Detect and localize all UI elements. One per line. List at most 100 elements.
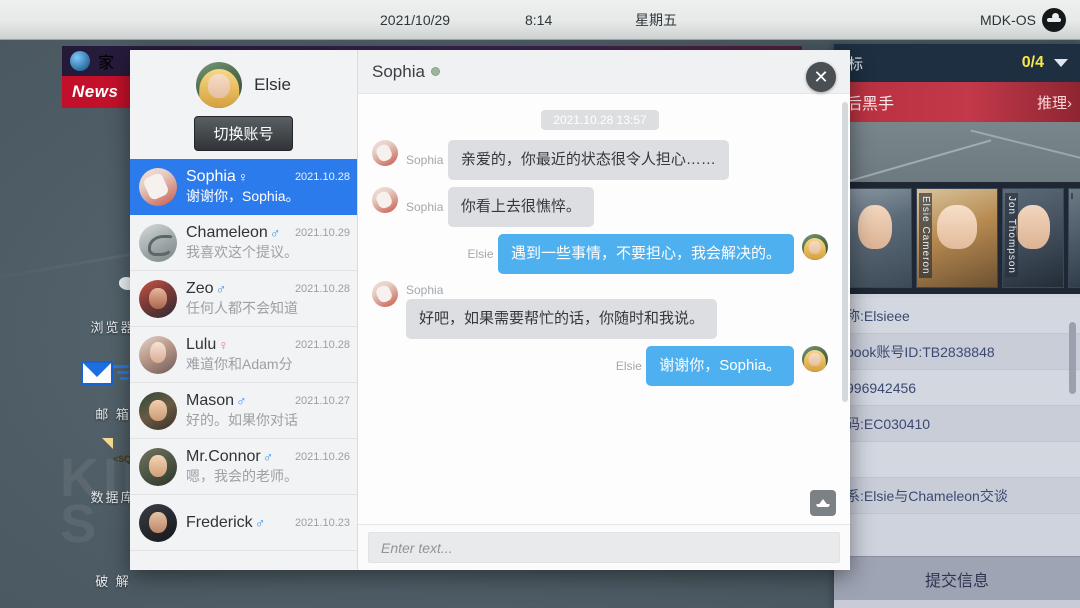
avatar xyxy=(139,447,177,486)
right-panel-header-right: 0/4 xyxy=(1022,54,1068,72)
contact-date: 2021.10.26 xyxy=(294,450,350,463)
message-sender: Elsie xyxy=(615,359,642,373)
contact-preview: 嗯，我会的老师。 xyxy=(186,467,298,484)
message-sender: Sophia xyxy=(406,283,444,297)
chevron-down-icon[interactable] xyxy=(1054,59,1068,67)
contact-item-zeo[interactable]: Zeo ♂ 2021.10.28 任何人都不会知道 xyxy=(130,271,357,327)
globe-icon xyxy=(91,268,135,312)
contact-preview: 难道你和Adam分 xyxy=(186,355,293,372)
gender-male-icon: ♂ xyxy=(269,224,281,241)
news-globe-icon xyxy=(70,51,90,71)
message-bubble: 好吧，如果需要帮忙的话，你随时和我说。 xyxy=(406,299,718,339)
clue-info-item[interactable]: 码:EC030410 xyxy=(834,406,1080,442)
message-row: Sophia 亲爱的，你最近的状态很令人担心…… xyxy=(372,140,828,180)
character-card-name: Jon Thompson xyxy=(1005,193,1018,277)
contact-date: 2021.10.27 xyxy=(294,394,350,407)
online-status-dot xyxy=(430,67,440,76)
contact-item-frederick[interactable]: Frederick ♂ 2021.10.23 xyxy=(130,495,357,551)
character-card[interactable]: Jon Thompson xyxy=(1002,188,1064,288)
character-card[interactable] xyxy=(1068,188,1080,288)
clue-info-item[interactable]: 996942456 xyxy=(834,370,1080,406)
desktop-icon-browser-label: 浏览器 xyxy=(90,320,136,335)
conversation-scrollbar[interactable] xyxy=(842,102,848,402)
gender-female-icon: ♀ xyxy=(218,336,229,353)
objective-counter: 0/4 xyxy=(1021,54,1044,71)
submit-info-button[interactable]: 提交信息 xyxy=(834,556,1080,600)
message-bubble: 你看上去很憔悴。 xyxy=(447,187,594,227)
avatar xyxy=(139,279,177,318)
conversation-header: Sophia xyxy=(358,50,850,94)
clue-info-item[interactable]: 称:Elsieee xyxy=(834,298,1080,334)
avatar xyxy=(139,503,177,542)
task-deduction-link[interactable]: 推理› xyxy=(1037,92,1072,113)
gender-male-icon: ♂ xyxy=(215,280,227,297)
contact-preview: 任何人都不会知道 xyxy=(186,299,298,316)
current-user-block: Elsie 切换账号 xyxy=(130,50,357,159)
right-panel-title: 标 xyxy=(848,55,864,73)
contact-date: 2021.10.23 xyxy=(294,516,350,529)
gender-male-icon: ♂ xyxy=(262,448,274,465)
right-panel-header[interactable]: 标 0/4 xyxy=(834,44,1080,82)
message-row: Elsie 谢谢你，Sophia。 xyxy=(372,346,828,386)
contact-item-sophia[interactable]: Sophia ♀ 2021.10.28 谢谢你，Sophia。 xyxy=(130,159,357,215)
contact-name: Zeo xyxy=(186,279,214,297)
task-title: 后黑手 xyxy=(846,96,895,113)
contact-preview: 好的。如果你对话 xyxy=(186,411,298,428)
clue-info-item[interactable] xyxy=(834,442,1080,478)
contact-preview: 我喜欢这个提议。 xyxy=(186,243,298,260)
character-card-name: Elsie Cameron xyxy=(919,193,932,278)
message-row: Sophia 你看上去很憔悴。 xyxy=(372,187,828,227)
contact-name: Chameleon xyxy=(186,223,268,241)
message-bubble: 遇到一些事情，不要担心，我会解决的。 xyxy=(497,234,794,274)
gender-male-icon: ♂ xyxy=(236,392,247,409)
contacts-panel: Elsie 切换账号 Sophia ♀ 2021.10.28 谢谢你，Sophi… xyxy=(130,50,358,570)
message-timestamp: 2021.10.28 13:57 xyxy=(541,110,659,130)
avatar xyxy=(139,391,177,430)
clue-info-item[interactable]: book账号ID:TB2838848 xyxy=(834,334,1080,370)
current-user-name: Elsie xyxy=(254,75,291,94)
avatar xyxy=(139,335,177,374)
avatar xyxy=(372,140,398,166)
contact-item-chameleon[interactable]: Chameleon ♂ 2021.10.29 我喜欢这个提议。 xyxy=(130,215,357,271)
contact-item-mr-connor[interactable]: Mr.Connor ♂ 2021.10.26 嗯，我会的老师。 xyxy=(130,439,357,495)
scroll-to-top-icon[interactable] xyxy=(810,490,836,516)
message-sender: Sophia xyxy=(406,200,444,214)
desktop-icon-crack-label: 破 解 xyxy=(95,574,131,589)
character-card-strip[interactable]: Elsie Cameron Jon Thompson xyxy=(834,182,1080,294)
avatar xyxy=(139,223,177,262)
sql-file-icon: <SQL> xyxy=(113,454,143,464)
contact-date: 2021.10.29 xyxy=(294,226,350,239)
clue-info-list[interactable]: 称:Elsieee book账号ID:TB2838848 996942456 码… xyxy=(834,294,1080,556)
right-panel: 标 0/4 后黑手 推理› Elsie Cameron Jon Thompson xyxy=(834,44,1080,608)
avatar xyxy=(372,187,398,213)
contact-list[interactable]: Sophia ♀ 2021.10.28 谢谢你，Sophia。 Chameleo… xyxy=(130,159,357,570)
contact-item-mason[interactable]: Mason ♂ 2021.10.27 好的。如果你对话 xyxy=(130,383,357,439)
message-list: 2021.10.28 13:57 Sophia 亲爱的，你最近的状态很令人担心…… xyxy=(358,94,850,524)
system-topbar: 2021/10/29 8:14 星期五 MDK-OS xyxy=(0,0,1080,40)
current-user-row: Elsie xyxy=(196,62,291,108)
conversation-panel: Sophia ✕ 2021.10.28 13:57 Sophia 亲爱的，你最近… xyxy=(358,50,850,570)
contact-name: Mr.Connor xyxy=(186,447,261,465)
message-row: Elsie 遇到一些事情，不要担心，我会解决的。 xyxy=(372,234,828,274)
message-timestamp-wrap: 2021.10.28 13:57 xyxy=(372,110,828,130)
avatar xyxy=(139,167,177,206)
contact-date: 2021.10.28 xyxy=(294,282,350,295)
topbar-os[interactable]: MDK-OS xyxy=(980,7,1066,32)
chat-window: Elsie 切换账号 Sophia ♀ 2021.10.28 谢谢你，Sophi… xyxy=(130,50,850,570)
map-preview[interactable] xyxy=(834,122,1080,182)
gender-female-icon: ♀ xyxy=(237,168,249,185)
contact-date: 2021.10.28 xyxy=(294,338,350,351)
contact-item-lulu[interactable]: Lulu ♀ 2021.10.28 难道你和Adam分 xyxy=(130,327,357,383)
switch-account-button[interactable]: 切换账号 xyxy=(194,116,293,151)
desktop: KIN S 家 News A 浏览器 邮 箱 <SQL> 数据库 破 解 xyxy=(0,0,1080,608)
news-banner-title: 家 xyxy=(98,55,115,72)
desktop-icon-database-label: 数据库 xyxy=(90,490,136,505)
close-icon[interactable]: ✕ xyxy=(806,62,836,92)
clue-list-scrollbar[interactable] xyxy=(1069,322,1076,394)
message-input[interactable] xyxy=(368,532,840,563)
clue-info-item[interactable]: 系:Elsie与Chameleon交谈 xyxy=(834,478,1080,514)
contact-date: 2021.10.28 xyxy=(294,170,350,183)
shield-key-icon xyxy=(91,522,135,566)
task-banner[interactable]: 后黑手 推理› xyxy=(834,82,1080,122)
character-card[interactable]: Elsie Cameron xyxy=(916,188,998,288)
